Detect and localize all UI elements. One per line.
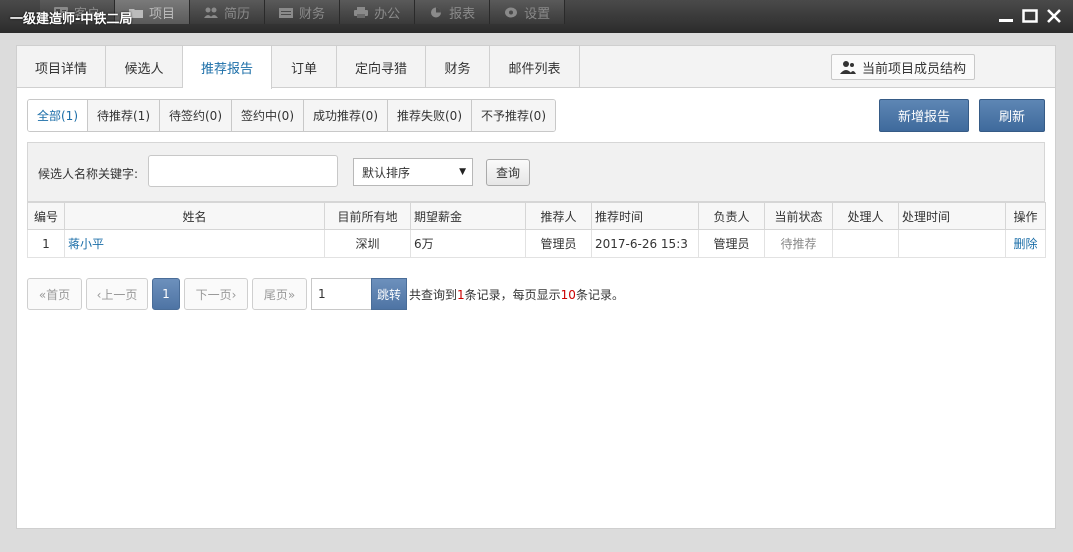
status-filter-group: 全部(1) 待推荐(1) 待签约(0) 签约中(0) 成功推荐(0) 推荐失败(… bbox=[27, 99, 556, 132]
filter-signing[interactable]: 签约中(0) bbox=[232, 100, 304, 131]
nav-settings[interactable]: 设置 bbox=[490, 0, 566, 24]
window-title: 一级建造师-中铁二局 bbox=[10, 12, 133, 27]
main-panel: 项目详情 候选人 推荐报告 订单 定向寻猎 财务 邮件列表 当前项目成员结构 全… bbox=[16, 45, 1056, 529]
per-page-count: 10 bbox=[560, 287, 576, 302]
total-count: 1 bbox=[457, 287, 465, 302]
col-header-action: 操作 bbox=[1005, 202, 1046, 230]
tab-recommend-report[interactable]: 推荐报告 bbox=[183, 46, 272, 89]
table-row: 1 蒋小平 深圳 6万 管理员 2017-6-26 15:3 管理员 待推荐 删… bbox=[27, 229, 1046, 258]
filter-failed[interactable]: 推荐失败(0) bbox=[388, 100, 472, 131]
sort-selected-label: 默认排序 bbox=[362, 165, 411, 180]
nav-label: 简历 bbox=[224, 6, 251, 22]
summary-mid: 条记录，每页显示 bbox=[464, 287, 561, 302]
filter-pending-recommend[interactable]: 待推荐(1) bbox=[88, 100, 160, 131]
prev-page-button[interactable]: ‹上一页 bbox=[86, 278, 148, 310]
tab-orders[interactable]: 订单 bbox=[272, 46, 337, 88]
first-page-button[interactable]: «首页 bbox=[27, 278, 82, 310]
col-header-id: 编号 bbox=[27, 202, 65, 230]
last-page-button[interactable]: 尾页» bbox=[252, 278, 307, 310]
member-structure-label: 当前项目成员结构 bbox=[861, 61, 966, 77]
sort-select[interactable]: 默认排序 ▼ bbox=[353, 158, 473, 186]
tab-bar: 项目详情 候选人 推荐报告 订单 定向寻猎 财务 邮件列表 当前项目成员结构 bbox=[17, 46, 1055, 89]
delete-link[interactable]: 删除 bbox=[1013, 237, 1037, 251]
title-bar: 客户 项目 简历 财务 办公 报表 设置 一级建造师-中铁二局 bbox=[0, 0, 1073, 33]
cell-salary: 6万 bbox=[410, 229, 526, 258]
next-page-button[interactable]: 下一页› bbox=[184, 278, 248, 310]
gear-icon bbox=[504, 7, 518, 18]
nav-label: 报表 bbox=[449, 6, 476, 22]
col-header-handler: 处理人 bbox=[832, 202, 899, 230]
tab-finance[interactable]: 财务 bbox=[426, 46, 490, 88]
pagination: «首页 ‹上一页 1 下一页› 尾页» 1 跳转 共查询到1条记录，每页显示10… bbox=[27, 278, 624, 310]
report-table: 编号 姓名 目前所有地 期望薪金 推荐人 推荐时间 负责人 当前状态 处理人 处… bbox=[27, 202, 1046, 258]
current-page-button[interactable]: 1 bbox=[152, 278, 180, 310]
page-number-input[interactable]: 1 bbox=[311, 278, 371, 310]
close-icon[interactable] bbox=[1045, 7, 1063, 25]
filter-rejected[interactable]: 不予推荐(0) bbox=[472, 100, 555, 131]
col-header-owner: 负责人 bbox=[698, 202, 765, 230]
maximize-icon[interactable] bbox=[1021, 7, 1039, 25]
search-label: 候选人名称关键字: bbox=[38, 167, 139, 181]
filter-pending-sign[interactable]: 待签约(0) bbox=[160, 100, 232, 131]
finance-icon bbox=[279, 7, 294, 18]
filter-all[interactable]: 全部(1) bbox=[28, 100, 88, 131]
summary-suffix: 条记录。 bbox=[575, 287, 624, 302]
refresh-button[interactable]: 刷新 bbox=[979, 99, 1045, 132]
pie-chart-icon bbox=[429, 7, 443, 18]
col-header-location: 目前所有地 bbox=[324, 202, 411, 230]
cell-id: 1 bbox=[27, 229, 65, 258]
candidate-name-link[interactable]: 蒋小平 bbox=[68, 237, 104, 251]
window-controls bbox=[997, 7, 1063, 25]
add-report-button[interactable]: 新增报告 bbox=[879, 99, 969, 132]
filter-success[interactable]: 成功推荐(0) bbox=[304, 100, 388, 131]
tab-mail-list[interactable]: 邮件列表 bbox=[490, 46, 580, 88]
tab-candidates[interactable]: 候选人 bbox=[106, 46, 183, 88]
tab-project-details[interactable]: 项目详情 bbox=[17, 46, 106, 88]
tab-targeted-hunt[interactable]: 定向寻猎 bbox=[337, 46, 426, 88]
table-header-row: 编号 姓名 目前所有地 期望薪金 推荐人 推荐时间 负责人 当前状态 处理人 处… bbox=[27, 202, 1046, 230]
dropdown-arrow-icon: ▼ bbox=[459, 167, 466, 177]
minimize-icon[interactable] bbox=[997, 7, 1015, 25]
cell-owner: 管理员 bbox=[698, 229, 765, 258]
cell-status: 待推荐 bbox=[764, 229, 833, 258]
nav-resume[interactable]: 简历 bbox=[190, 0, 266, 24]
col-header-salary: 期望薪金 bbox=[410, 202, 526, 230]
cell-handle-time bbox=[898, 229, 1006, 258]
col-header-name: 姓名 bbox=[64, 202, 325, 230]
nav-label: 办公 bbox=[374, 6, 401, 22]
record-summary: 共查询到1条记录，每页显示10条记录。 bbox=[409, 286, 624, 303]
nav-report[interactable]: 报表 bbox=[415, 0, 491, 24]
cell-location: 深圳 bbox=[324, 229, 411, 258]
col-header-recommender: 推荐人 bbox=[525, 202, 592, 230]
col-header-handle-time: 处理时间 bbox=[898, 202, 1006, 230]
people-icon bbox=[204, 7, 219, 18]
col-header-time: 推荐时间 bbox=[591, 202, 699, 230]
printer-icon bbox=[354, 6, 369, 18]
summary-prefix: 共查询到 bbox=[409, 287, 458, 302]
cell-time: 2017-6-26 15:3 bbox=[591, 229, 699, 258]
nav-finance[interactable]: 财务 bbox=[265, 0, 341, 24]
keyword-input[interactable] bbox=[148, 155, 338, 187]
col-header-status: 当前状态 bbox=[764, 202, 833, 230]
nav-label: 设置 bbox=[524, 6, 551, 22]
members-icon bbox=[839, 61, 856, 74]
search-bar: 候选人名称关键字: 默认排序 ▼ 查询 bbox=[27, 142, 1045, 202]
cell-handler bbox=[832, 229, 899, 258]
cell-recommender: 管理员 bbox=[525, 229, 592, 258]
query-button[interactable]: 查询 bbox=[486, 159, 530, 186]
member-structure-button[interactable]: 当前项目成员结构 bbox=[830, 54, 975, 80]
nav-office[interactable]: 办公 bbox=[340, 0, 416, 24]
nav-label: 财务 bbox=[299, 6, 326, 22]
nav-label: 项目 bbox=[149, 6, 176, 22]
jump-button[interactable]: 跳转 bbox=[371, 278, 407, 310]
